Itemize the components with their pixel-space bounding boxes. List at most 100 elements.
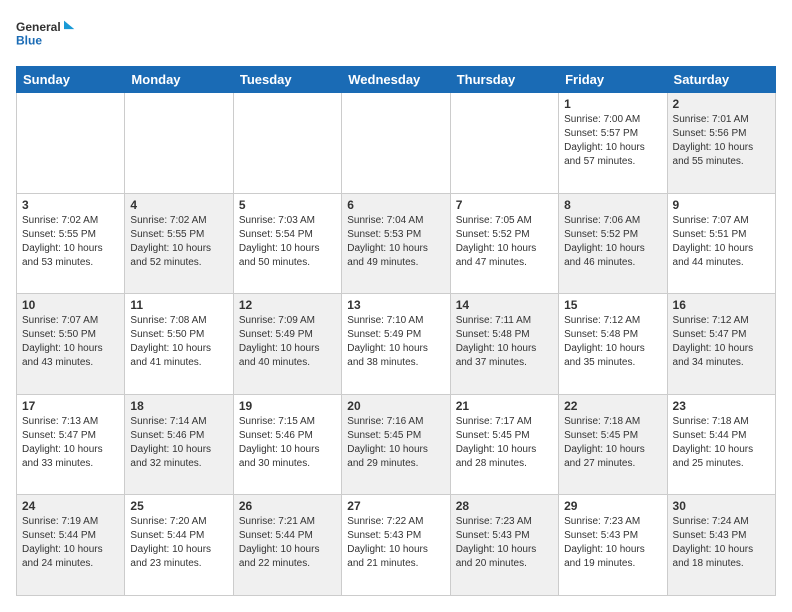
calendar-table: SundayMondayTuesdayWednesdayThursdayFrid…: [16, 66, 776, 596]
weekday-header-friday: Friday: [559, 67, 667, 93]
calendar-week-3: 10 Sunrise: 7:07 AM Sunset: 5:50 PM Dayli…: [17, 294, 776, 395]
day-number: 11: [130, 298, 227, 312]
calendar-cell: 30 Sunrise: 7:24 AM Sunset: 5:43 PM Dayli…: [667, 495, 775, 596]
day-number: 4: [130, 198, 227, 212]
day-number: 5: [239, 198, 336, 212]
weekday-header-sunday: Sunday: [17, 67, 125, 93]
weekday-header-tuesday: Tuesday: [233, 67, 341, 93]
day-info: Sunrise: 7:08 AM Sunset: 5:50 PM Dayligh…: [130, 314, 227, 370]
day-number: 24: [22, 499, 119, 513]
calendar-cell: 4 Sunrise: 7:02 AM Sunset: 5:55 PM Daylig…: [125, 193, 233, 294]
calendar-week-5: 24 Sunrise: 7:19 AM Sunset: 5:44 PM Dayli…: [17, 495, 776, 596]
calendar-week-1: 1Sunrise: 7:00 AM Sunset: 5:57 PM Daylig…: [17, 93, 776, 194]
header: General Blue: [16, 16, 776, 56]
day-info: Sunrise: 7:11 AM Sunset: 5:48 PM Dayligh…: [456, 314, 553, 370]
calendar-cell: [450, 93, 558, 194]
day-number: 12: [239, 298, 336, 312]
day-number: 18: [130, 399, 227, 413]
day-info: Sunrise: 7:01 AM Sunset: 5:56 PM Dayligh…: [673, 113, 770, 169]
day-number: 7: [456, 198, 553, 212]
calendar-cell: 18 Sunrise: 7:14 AM Sunset: 5:46 PM Dayli…: [125, 394, 233, 495]
calendar-cell: 8 Sunrise: 7:06 AM Sunset: 5:52 PM Daylig…: [559, 193, 667, 294]
day-info: Sunrise: 7:21 AM Sunset: 5:44 PM Dayligh…: [239, 515, 336, 571]
day-number: 23: [673, 399, 770, 413]
calendar-cell: 16 Sunrise: 7:12 AM Sunset: 5:47 PM Dayli…: [667, 294, 775, 395]
calendar-cell: 3 Sunrise: 7:02 AM Sunset: 5:55 PM Daylig…: [17, 193, 125, 294]
calendar-cell: 17 Sunrise: 7:13 AM Sunset: 5:47 PM Dayli…: [17, 394, 125, 495]
calendar-cell: 10 Sunrise: 7:07 AM Sunset: 5:50 PM Dayli…: [17, 294, 125, 395]
calendar-cell: 26Sunrise: 7:21 AM Sunset: 5:44 PM Dayli…: [233, 495, 341, 596]
calendar-cell: 14 Sunrise: 7:11 AM Sunset: 5:48 PM Dayli…: [450, 294, 558, 395]
day-number: 13: [347, 298, 444, 312]
day-info: Sunrise: 7:10 AM Sunset: 5:49 PM Dayligh…: [347, 314, 444, 370]
calendar-cell: [233, 93, 341, 194]
day-info: Sunrise: 7:13 AM Sunset: 5:47 PM Dayligh…: [22, 415, 119, 471]
day-number: 30: [673, 499, 770, 513]
calendar-cell: 13 Sunrise: 7:10 AM Sunset: 5:49 PM Dayli…: [342, 294, 450, 395]
calendar-cell: 20 Sunrise: 7:16 AM Sunset: 5:45 PM Dayli…: [342, 394, 450, 495]
day-info: Sunrise: 7:07 AM Sunset: 5:51 PM Dayligh…: [673, 214, 770, 270]
day-number: 2: [673, 97, 770, 111]
day-number: 17: [22, 399, 119, 413]
calendar-cell: 11 Sunrise: 7:08 AM Sunset: 5:50 PM Dayli…: [125, 294, 233, 395]
calendar-cell: 5 Sunrise: 7:03 AM Sunset: 5:54 PM Daylig…: [233, 193, 341, 294]
logo: General Blue: [16, 16, 76, 56]
day-info: Sunrise: 7:23 AM Sunset: 5:43 PM Dayligh…: [456, 515, 553, 571]
day-info: Sunrise: 7:09 AM Sunset: 5:49 PM Dayligh…: [239, 314, 336, 370]
calendar-cell: 21 Sunrise: 7:17 AM Sunset: 5:45 PM Dayli…: [450, 394, 558, 495]
calendar-cell: 7 Sunrise: 7:05 AM Sunset: 5:52 PM Daylig…: [450, 193, 558, 294]
day-number: 19: [239, 399, 336, 413]
day-info: Sunrise: 7:20 AM Sunset: 5:44 PM Dayligh…: [130, 515, 227, 571]
day-info: Sunrise: 7:12 AM Sunset: 5:47 PM Dayligh…: [673, 314, 770, 370]
calendar-cell: 23 Sunrise: 7:18 AM Sunset: 5:44 PM Dayli…: [667, 394, 775, 495]
calendar-cell: 24 Sunrise: 7:19 AM Sunset: 5:44 PM Dayli…: [17, 495, 125, 596]
day-info: Sunrise: 7:19 AM Sunset: 5:44 PM Dayligh…: [22, 515, 119, 571]
calendar-cell: [125, 93, 233, 194]
calendar-cell: 28 Sunrise: 7:23 AM Sunset: 5:43 PM Dayli…: [450, 495, 558, 596]
logo-svg: General Blue: [16, 16, 76, 56]
day-info: Sunrise: 7:18 AM Sunset: 5:44 PM Dayligh…: [673, 415, 770, 471]
day-info: Sunrise: 7:24 AM Sunset: 5:43 PM Dayligh…: [673, 515, 770, 571]
calendar-cell: 15Sunrise: 7:12 AM Sunset: 5:48 PM Dayli…: [559, 294, 667, 395]
weekday-header-wednesday: Wednesday: [342, 67, 450, 93]
day-info: Sunrise: 7:05 AM Sunset: 5:52 PM Dayligh…: [456, 214, 553, 270]
day-number: 10: [22, 298, 119, 312]
day-number: 9: [673, 198, 770, 212]
day-number: 3: [22, 198, 119, 212]
day-number: 20: [347, 399, 444, 413]
calendar-cell: 29Sunrise: 7:23 AM Sunset: 5:43 PM Dayli…: [559, 495, 667, 596]
calendar-cell: [342, 93, 450, 194]
day-info: Sunrise: 7:17 AM Sunset: 5:45 PM Dayligh…: [456, 415, 553, 471]
calendar-cell: [17, 93, 125, 194]
day-number: 27: [347, 499, 444, 513]
calendar-cell: 27 Sunrise: 7:22 AM Sunset: 5:43 PM Dayli…: [342, 495, 450, 596]
day-number: 1: [564, 97, 661, 111]
day-info: Sunrise: 7:03 AM Sunset: 5:54 PM Dayligh…: [239, 214, 336, 270]
day-info: Sunrise: 7:23 AM Sunset: 5:43 PM Dayligh…: [564, 515, 661, 571]
day-number: 14: [456, 298, 553, 312]
day-number: 16: [673, 298, 770, 312]
day-info: Sunrise: 7:02 AM Sunset: 5:55 PM Dayligh…: [22, 214, 119, 270]
weekday-header-saturday: Saturday: [667, 67, 775, 93]
day-number: 21: [456, 399, 553, 413]
day-info: Sunrise: 7:22 AM Sunset: 5:43 PM Dayligh…: [347, 515, 444, 571]
weekday-header-monday: Monday: [125, 67, 233, 93]
calendar-cell: 22Sunrise: 7:18 AM Sunset: 5:45 PM Dayli…: [559, 394, 667, 495]
calendar-cell: 19Sunrise: 7:15 AM Sunset: 5:46 PM Dayli…: [233, 394, 341, 495]
calendar-cell: 6 Sunrise: 7:04 AM Sunset: 5:53 PM Daylig…: [342, 193, 450, 294]
day-number: 6: [347, 198, 444, 212]
day-number: 8: [564, 198, 661, 212]
day-info: Sunrise: 7:07 AM Sunset: 5:50 PM Dayligh…: [22, 314, 119, 370]
calendar-cell: 12 Sunrise: 7:09 AM Sunset: 5:49 PM Dayli…: [233, 294, 341, 395]
page: General Blue SundayMondayTuesdayWednesda…: [0, 0, 792, 612]
day-info: Sunrise: 7:04 AM Sunset: 5:53 PM Dayligh…: [347, 214, 444, 270]
day-info: Sunrise: 7:14 AM Sunset: 5:46 PM Dayligh…: [130, 415, 227, 471]
day-number: 28: [456, 499, 553, 513]
day-info: Sunrise: 7:02 AM Sunset: 5:55 PM Dayligh…: [130, 214, 227, 270]
day-info: Sunrise: 7:16 AM Sunset: 5:45 PM Dayligh…: [347, 415, 444, 471]
svg-text:General: General: [16, 20, 61, 34]
calendar-week-2: 3 Sunrise: 7:02 AM Sunset: 5:55 PM Daylig…: [17, 193, 776, 294]
day-info: Sunrise: 7:06 AM Sunset: 5:52 PM Dayligh…: [564, 214, 661, 270]
calendar-week-4: 17 Sunrise: 7:13 AM Sunset: 5:47 PM Dayli…: [17, 394, 776, 495]
day-number: 15: [564, 298, 661, 312]
